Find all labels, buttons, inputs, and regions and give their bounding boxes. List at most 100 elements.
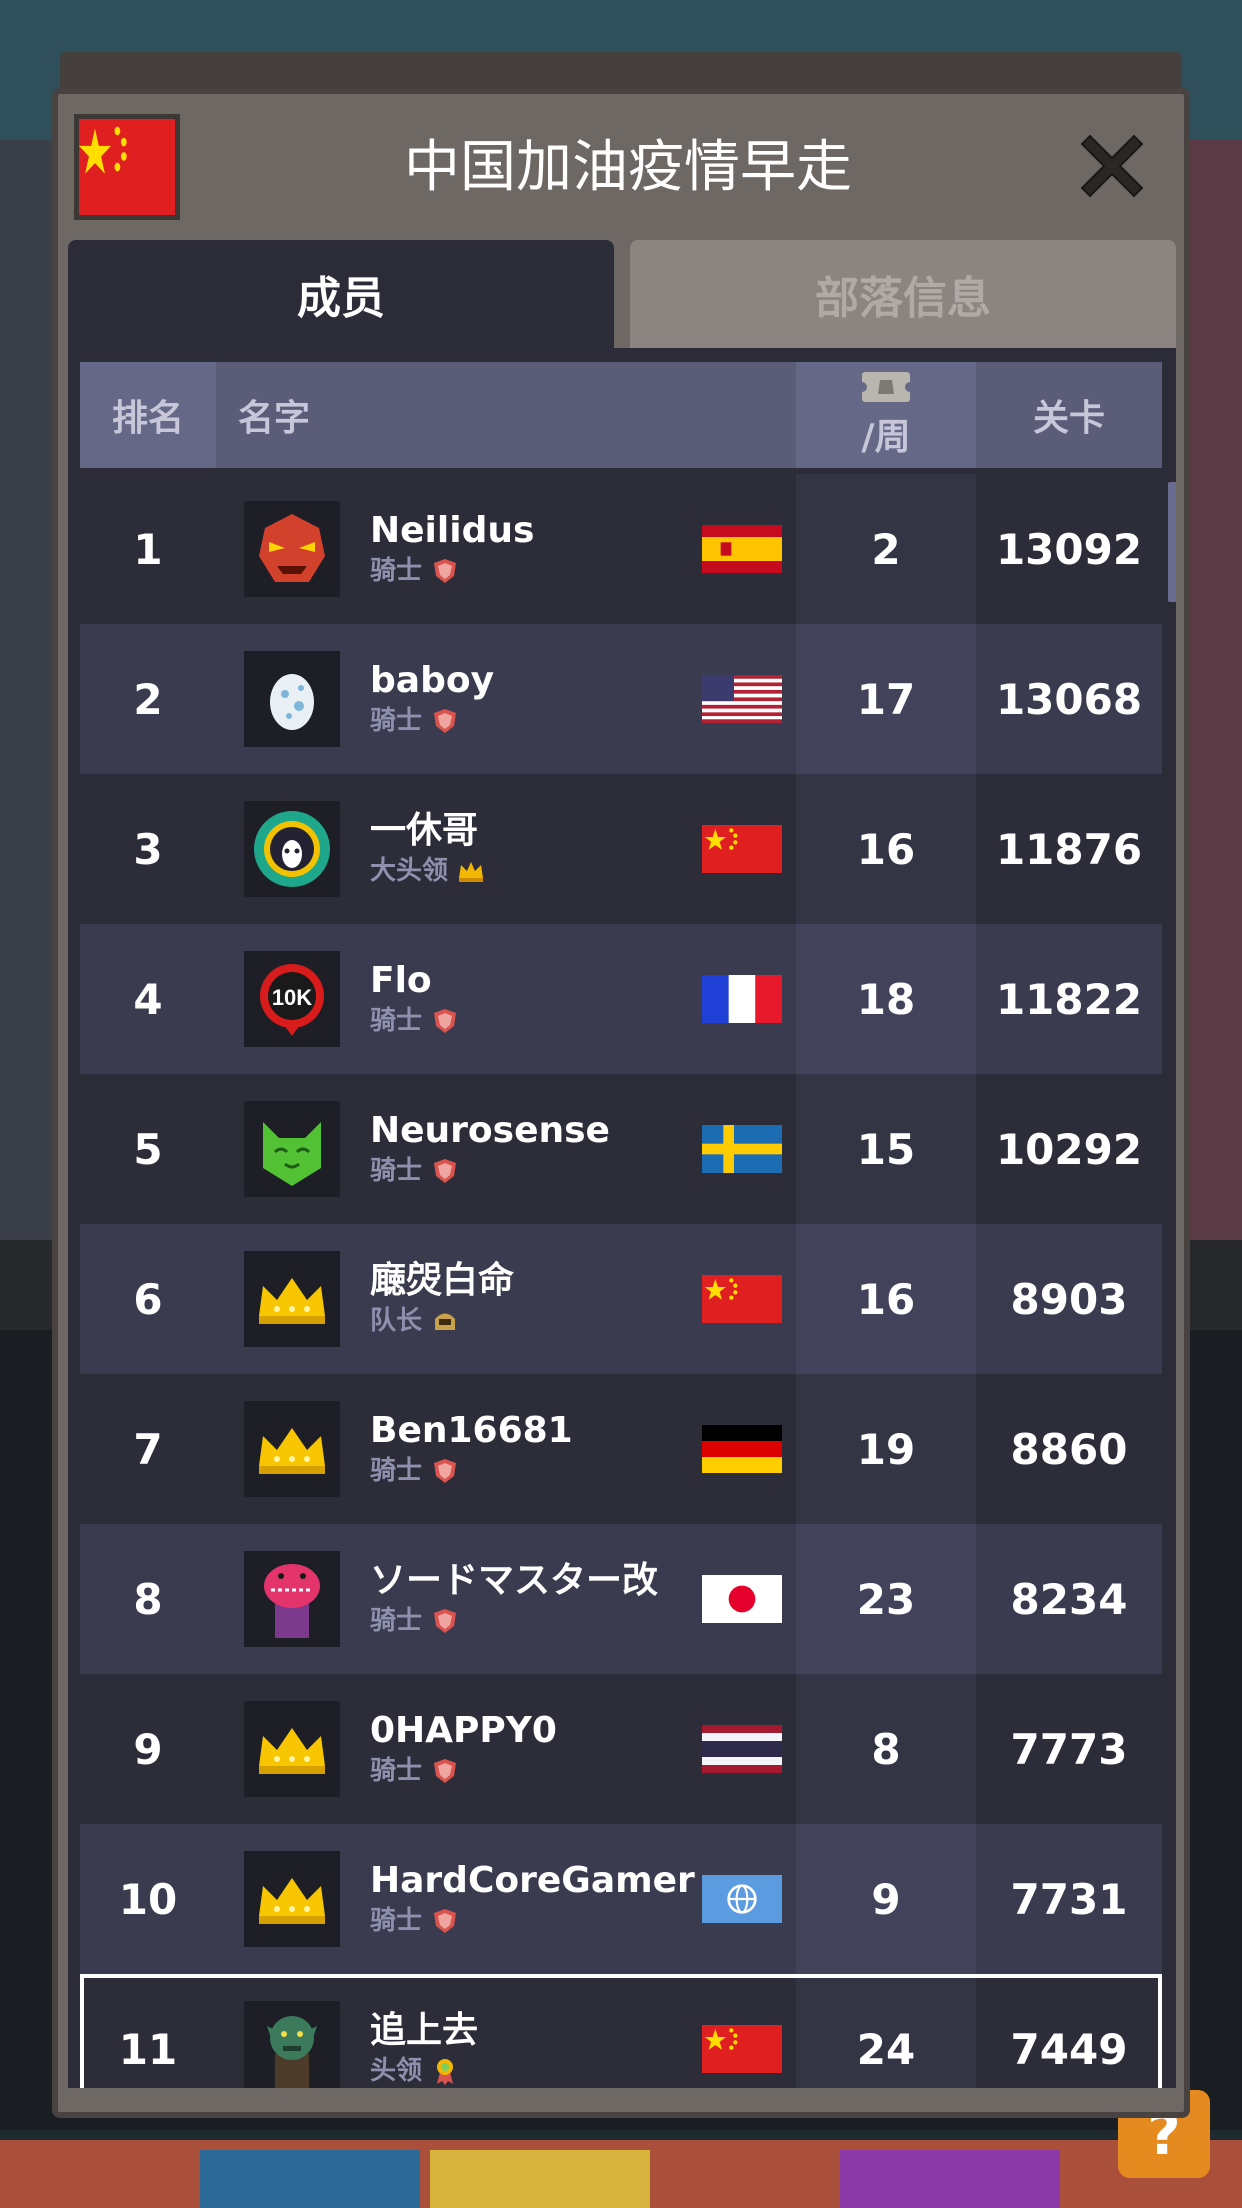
crown-avatar-icon[interactable] — [244, 1851, 340, 1947]
gear-avatar-icon[interactable] — [244, 801, 340, 897]
member-row[interactable]: 11 追上去 头领 24 7449 — [80, 1974, 1162, 2088]
member-rank: 6 — [133, 1274, 163, 1324]
member-role-label: 骑士 — [370, 556, 423, 586]
member-name: Neurosense — [370, 1110, 610, 1151]
member-role: 骑士 — [370, 703, 494, 739]
demon-avatar-icon[interactable] — [244, 501, 340, 597]
member-name: Neilidus — [370, 510, 535, 551]
spain-flag-icon — [702, 525, 782, 573]
member-weekly-tickets: 24 — [796, 1974, 976, 2088]
globe-flag-icon — [702, 1875, 782, 1923]
member-role: 骑士 — [370, 553, 534, 589]
header-tickets-label: /周 — [861, 417, 911, 458]
china-flag-icon — [702, 825, 782, 873]
member-role: 骑士 — [370, 1003, 460, 1039]
egg-avatar-icon[interactable] — [244, 651, 340, 747]
member-rank: 11 — [118, 2024, 178, 2074]
member-name: baboy — [370, 660, 495, 701]
member-level: 13092 — [995, 524, 1143, 574]
member-level: 7731 — [1010, 1874, 1128, 1924]
member-name-cell: ソードマスター改 骑士 — [216, 1524, 796, 1674]
header-tickets: /周 — [796, 362, 976, 468]
shield-icon — [434, 1159, 457, 1183]
member-row[interactable]: 2 baboy 骑士 17 13068 — [80, 624, 1162, 774]
sweden-flag-icon — [702, 1125, 782, 1173]
member-name-cell: 0HAPPY0 骑士 — [216, 1674, 796, 1824]
member-role-label: 骑士 — [370, 1906, 423, 1936]
member-name: 廰焈白命 — [370, 1260, 515, 1301]
member-role: 队长 — [370, 1303, 514, 1339]
tab-clan-info[interactable]: 部落信息 — [630, 240, 1176, 348]
member-rank: 5 — [133, 1124, 163, 1174]
member-name: Ben16681 — [370, 1410, 573, 1451]
member-level: 11876 — [995, 824, 1143, 874]
member-level: 7773 — [1010, 1724, 1128, 1774]
member-rank: 8 — [133, 1574, 163, 1624]
member-role-label: 骑士 — [370, 706, 423, 736]
member-row[interactable]: 1 Neilidus 骑士 2 13092 — [80, 474, 1162, 624]
header-level: 关卡 — [1032, 398, 1105, 439]
member-name-cell: HardCoreGamer 骑士 — [216, 1824, 796, 1974]
clan-flag-china-icon — [74, 114, 180, 220]
dialog-title: 中国加油疫情早走 — [404, 135, 852, 200]
crown-avatar-icon[interactable] — [244, 1701, 340, 1797]
member-weekly-tickets: 9 — [796, 1824, 976, 1974]
member-weekly-tickets: 16 — [796, 774, 976, 924]
header-name: 名字 — [238, 398, 311, 439]
member-weekly-tickets: 17 — [796, 624, 976, 774]
member-rank: 1 — [133, 524, 163, 574]
member-name-cell: 10K Flo 骑士 — [216, 924, 796, 1074]
shield-icon — [434, 1009, 457, 1033]
shield-icon — [434, 1759, 457, 1783]
france-flag-icon — [702, 975, 782, 1023]
dialog-shadow — [60, 52, 1182, 92]
member-rank: 7 — [133, 1424, 163, 1474]
member-role: 头领 — [370, 2053, 478, 2088]
member-row[interactable]: 7 Ben16681 骑士 19 8860 — [80, 1374, 1162, 1524]
member-weekly-tickets: 18 — [796, 924, 976, 1074]
member-weekly-tickets: 16 — [796, 1224, 976, 1374]
member-rank: 3 — [133, 824, 163, 874]
member-weekly-tickets: 15 — [796, 1074, 976, 1224]
shield-icon — [434, 1459, 457, 1483]
tab-members[interactable]: 成员 — [68, 240, 614, 348]
germany-flag-icon — [702, 1425, 782, 1473]
scrollbar[interactable] — [1168, 482, 1176, 602]
member-name-cell: Neurosense 骑士 — [216, 1074, 796, 1224]
member-row[interactable]: 6 廰焈白命 队长 16 8903 — [80, 1224, 1162, 1374]
member-name-cell: Ben16681 骑士 — [216, 1374, 796, 1524]
member-row[interactable]: 4 10K Flo 骑士 18 11822 — [80, 924, 1162, 1074]
member-role-label: 头领 — [370, 2056, 423, 2086]
member-row[interactable]: 9 0HAPPY0 骑士 8 7773 — [80, 1674, 1162, 1824]
crown-avatar-icon[interactable] — [244, 1251, 340, 1347]
green-cat-avatar-icon[interactable] — [244, 1101, 340, 1197]
member-row[interactable]: 5 Neurosense 骑士 15 10292 — [80, 1074, 1162, 1224]
pink-monster-avatar-icon[interactable] — [244, 1551, 340, 1647]
member-row[interactable]: 3 一休哥 大头领 16 11876 — [80, 774, 1162, 924]
member-role: 骑士 — [370, 1453, 573, 1489]
member-level: 13068 — [995, 674, 1143, 724]
member-row[interactable]: 10 HardCoreGamer 骑士 9 7731 — [80, 1824, 1162, 1974]
member-name-cell: 廰焈白命 队长 — [216, 1224, 796, 1374]
member-row[interactable]: 8 ソードマスター改 骑士 23 8234 — [80, 1524, 1162, 1674]
member-rank: 2 — [133, 674, 163, 724]
member-role: 骑士 — [370, 1753, 557, 1789]
shield-icon — [434, 559, 457, 583]
orc-avatar-icon[interactable] — [244, 2001, 340, 2088]
members-panel: 排名 名字 /周 关卡 1 Neilidus 骑士 2 13092 2 baboy 骑士 17 1… — [68, 348, 1176, 2088]
member-role: 骑士 — [370, 1153, 610, 1189]
member-weekly-tickets: 8 — [796, 1674, 976, 1824]
close-icon[interactable] — [1070, 124, 1154, 208]
crown-icon — [459, 862, 484, 882]
crown-avatar-icon[interactable] — [244, 1401, 340, 1497]
ticket-icon — [860, 372, 912, 402]
member-level: 7449 — [1010, 2024, 1128, 2074]
member-role-label: 大头领 — [370, 856, 449, 886]
member-name: 追上去 — [370, 2010, 479, 2051]
member-role-label: 骑士 — [370, 1456, 423, 1486]
member-level: 11822 — [995, 974, 1143, 1024]
member-role-label: 队长 — [370, 1306, 423, 1336]
member-name-cell: 追上去 头领 — [216, 1974, 796, 2088]
member-role: 骑士 — [370, 1603, 658, 1639]
10k-avatar-icon[interactable]: 10K — [244, 951, 340, 1047]
